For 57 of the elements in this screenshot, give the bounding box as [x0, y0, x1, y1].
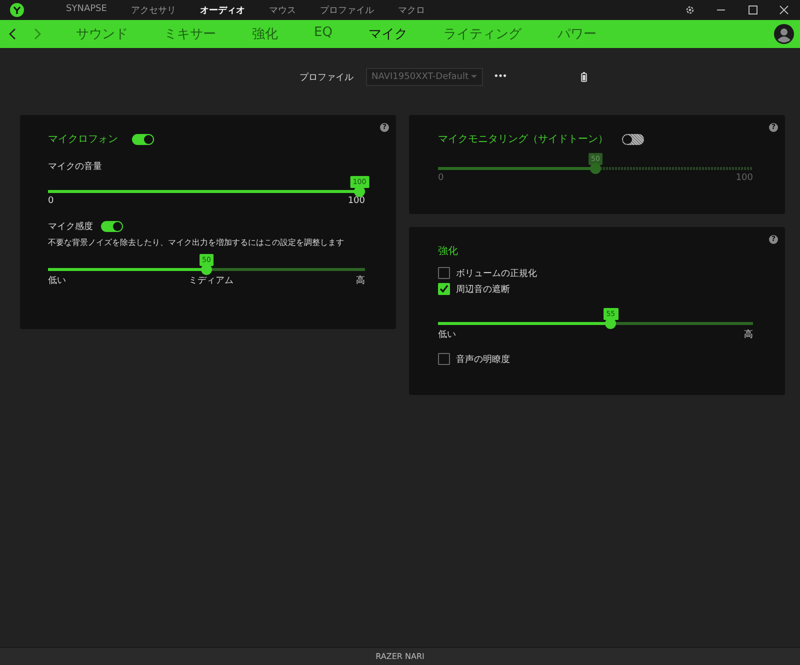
section-tab[interactable]: 強化: [236, 25, 294, 43]
toggle-switch[interactable]: [101, 221, 123, 232]
scale-label: 低い: [48, 275, 66, 287]
sensitivity-label: マイク感度: [48, 220, 93, 233]
checkbox[interactable]: [438, 283, 450, 295]
logo-icon: [10, 3, 24, 17]
section-title: マイクモニタリング（サイドトーン）: [438, 133, 608, 146]
checkbox-label: 周辺音の遮断: [456, 284, 510, 296]
scale-label: 高: [744, 328, 753, 341]
nav-tab[interactable]: プロファイル: [308, 4, 386, 16]
more-button[interactable]: •••: [494, 72, 506, 82]
nav-tab[interactable]: マクロ: [386, 4, 437, 16]
slider-track[interactable]: [48, 186, 365, 197]
maximize-icon[interactable]: [748, 5, 758, 15]
nav-tab[interactable]: マウス: [256, 4, 308, 16]
slider-thumb[interactable]: [605, 318, 616, 329]
scale-label: 0: [438, 173, 444, 183]
section-tab[interactable]: EQ: [298, 25, 348, 43]
section-title: マイクロフォン: [48, 133, 118, 146]
checkbox[interactable]: [438, 267, 450, 279]
battery-icon: [581, 72, 588, 82]
checkbox[interactable]: [438, 353, 450, 365]
slider-thumb[interactable]: [354, 186, 365, 197]
nav-tab[interactable]: SYNAPSE: [54, 4, 119, 16]
scale-label: 0: [48, 196, 54, 206]
toggle-switch[interactable]: [132, 134, 154, 144]
caret-icon: [470, 75, 477, 79]
scale-label: 100: [736, 173, 753, 183]
profile-dropdown[interactable]: NAVI1950XXT-Default: [366, 68, 483, 86]
section-tab[interactable]: サウンド: [60, 25, 144, 43]
section-tab[interactable]: マイク: [352, 25, 424, 43]
scale-label: 低い: [438, 329, 456, 341]
section-tab[interactable]: ミキサー: [148, 25, 232, 43]
slider-thumb[interactable]: [201, 264, 212, 275]
scale-label: 高: [356, 274, 365, 287]
close-icon[interactable]: [779, 5, 789, 15]
slider-thumb[interactable]: [590, 163, 601, 174]
slider-track[interactable]: [438, 163, 753, 174]
toggle-switch[interactable]: [622, 134, 644, 144]
settings-icon[interactable]: [685, 5, 695, 15]
scale-label: ミディアム: [188, 275, 234, 287]
scale-label: 100: [348, 196, 365, 206]
profile-label: プロファイル: [300, 71, 354, 84]
device-name: RAZER NARI: [376, 652, 424, 661]
volume-label: マイクの音量: [48, 160, 103, 173]
checkbox-label: 音声の明瞭度: [456, 354, 510, 366]
nav-tab[interactable]: オーディオ: [188, 4, 257, 16]
section-title: 強化: [438, 245, 459, 258]
section-tab[interactable]: ライティング: [427, 25, 538, 43]
checkbox-label: ボリュームの正規化: [456, 268, 537, 280]
slider-track[interactable]: [438, 318, 753, 329]
back-icon[interactable]: [8, 27, 18, 41]
slider-track[interactable]: [48, 264, 365, 275]
sensitivity-description: 不要な背景ノイズを除去したり、マイク出力を増加するにはこの設定を調整します: [48, 237, 345, 248]
nav-tab[interactable]: アクセサリ: [118, 4, 188, 16]
section-tab[interactable]: パワー: [541, 25, 612, 43]
avatar-icon[interactable]: [774, 24, 794, 44]
